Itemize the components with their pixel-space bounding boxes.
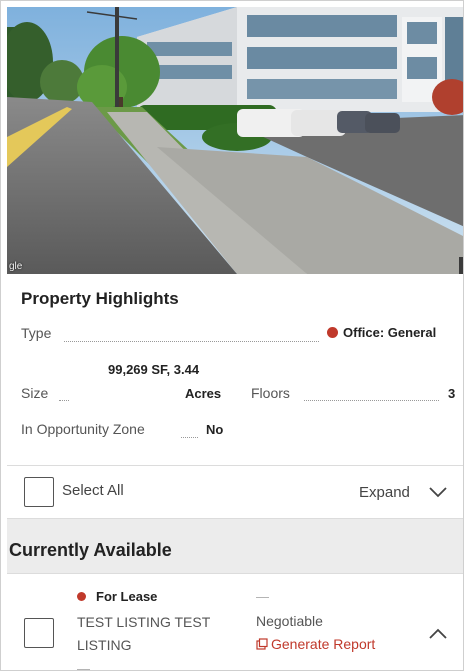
listing-type: For Lease <box>77 589 157 604</box>
size-value-line1: 99,269 SF, 3.44 <box>108 362 200 377</box>
opportunity-leader-dots <box>181 437 198 438</box>
street-view-image <box>7 7 463 274</box>
listing-type-text: For Lease <box>96 589 158 604</box>
chevron-up-icon[interactable] <box>429 628 447 640</box>
generate-report-label[interactable]: Generate Report <box>271 636 375 652</box>
listing-price: Negotiable <box>256 613 323 629</box>
listing-checkbox[interactable] <box>24 618 54 648</box>
report-icon <box>256 638 268 650</box>
type-label: Type <box>21 325 52 341</box>
size-value-line2: Acres <box>185 386 222 401</box>
select-all-checkbox[interactable] <box>24 477 54 507</box>
size-leader-dots <box>59 400 69 401</box>
size-label: Size <box>21 385 49 401</box>
floors-value: 3 <box>448 386 456 401</box>
opportunity-zone-label: In Opportunity Zone <box>21 421 145 437</box>
type-value: Office: General <box>327 325 436 340</box>
lease-status-dot <box>77 592 86 601</box>
type-value-text: Office: General <box>343 325 437 340</box>
opportunity-zone-value: No <box>206 422 224 437</box>
photo-credit-text: gle <box>9 261 23 272</box>
expand-button[interactable]: Expand <box>359 484 410 501</box>
listing-name[interactable]: TEST LISTING TEST LISTING <box>77 611 242 657</box>
currently-available-title: Currently Available <box>9 540 172 560</box>
listing-dash-top: — <box>256 589 269 604</box>
type-leader-dots <box>64 341 319 342</box>
floors-leader-dots <box>304 400 439 401</box>
floors-label: Floors <box>251 385 290 401</box>
divider <box>7 573 463 574</box>
property-street-view-photo[interactable]: gle <box>7 7 463 274</box>
chevron-down-icon[interactable] <box>429 486 447 498</box>
property-detail-panel: gle Property Highlights Type Office: Gen… <box>0 0 464 671</box>
select-all-label[interactable]: Select All <box>62 482 124 499</box>
property-highlights-title: Property Highlights <box>21 289 179 308</box>
listing-dash-bottom: — <box>77 661 90 671</box>
divider <box>7 465 463 466</box>
generate-report-link[interactable]: Generate Report <box>256 636 375 652</box>
office-status-dot <box>327 327 338 338</box>
